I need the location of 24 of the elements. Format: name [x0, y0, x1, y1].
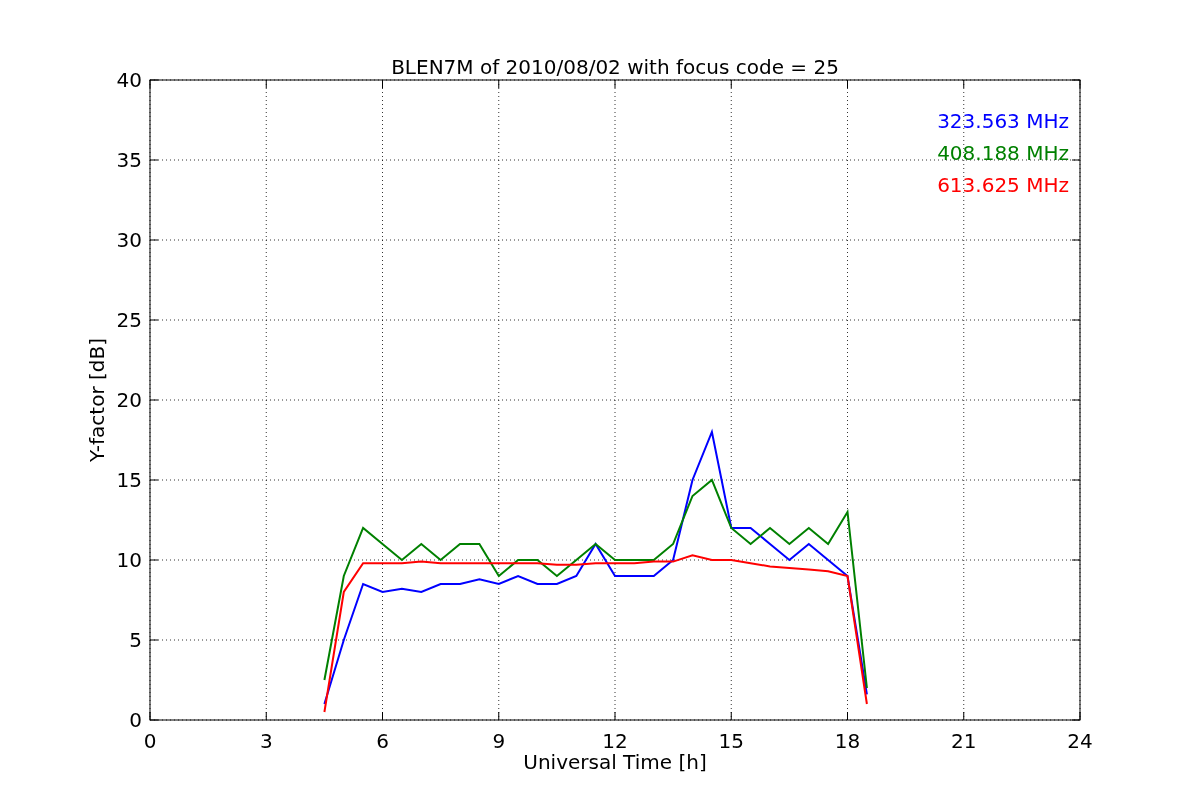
- tick-label: 40: [116, 68, 142, 92]
- tick-label: 12: [602, 729, 628, 753]
- tick-label: 20: [116, 388, 142, 412]
- tick-label: 9: [492, 729, 506, 753]
- tick-label: 21: [951, 729, 977, 753]
- legend-label: 613.625 MHz: [937, 173, 1069, 197]
- tick-label: 18: [834, 729, 861, 753]
- tick-label: 0: [129, 708, 142, 732]
- y-axis-label: Y-factor [dB]: [85, 338, 109, 462]
- tick-label: 6: [376, 729, 389, 753]
- tick-label: 35: [116, 148, 142, 172]
- tick-label: 5: [129, 628, 142, 652]
- tick-label: 15: [116, 468, 142, 492]
- tick-label: 30: [116, 228, 142, 252]
- x-axis-label: Universal Time [h]: [523, 750, 707, 774]
- tick-label: 10: [116, 548, 142, 572]
- chart-title: BLEN7M of 2010/08/02 with focus code = 25: [391, 55, 839, 79]
- tick-label: 0: [143, 729, 157, 753]
- tick-label: 15: [718, 729, 744, 753]
- tick-label: 24: [1067, 729, 1093, 753]
- legend-label: 323.563 MHz: [937, 109, 1069, 133]
- tick-label: 3: [259, 729, 273, 753]
- legend-label: 408.188 MHz: [937, 141, 1069, 165]
- tick-label: 25: [116, 308, 142, 332]
